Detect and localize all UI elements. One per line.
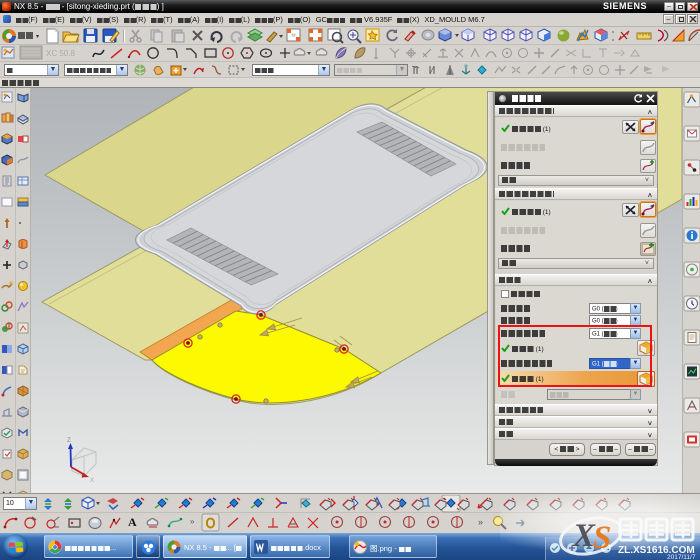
svg-text:»: » (190, 517, 195, 526)
svg-text:Z: Z (67, 438, 71, 444)
svg-text:X: X (90, 478, 94, 484)
svg-text:A: A (128, 515, 137, 529)
svg-text:XC 50.8: XC 50.8 (46, 49, 75, 58)
svg-text:»: » (478, 517, 483, 527)
